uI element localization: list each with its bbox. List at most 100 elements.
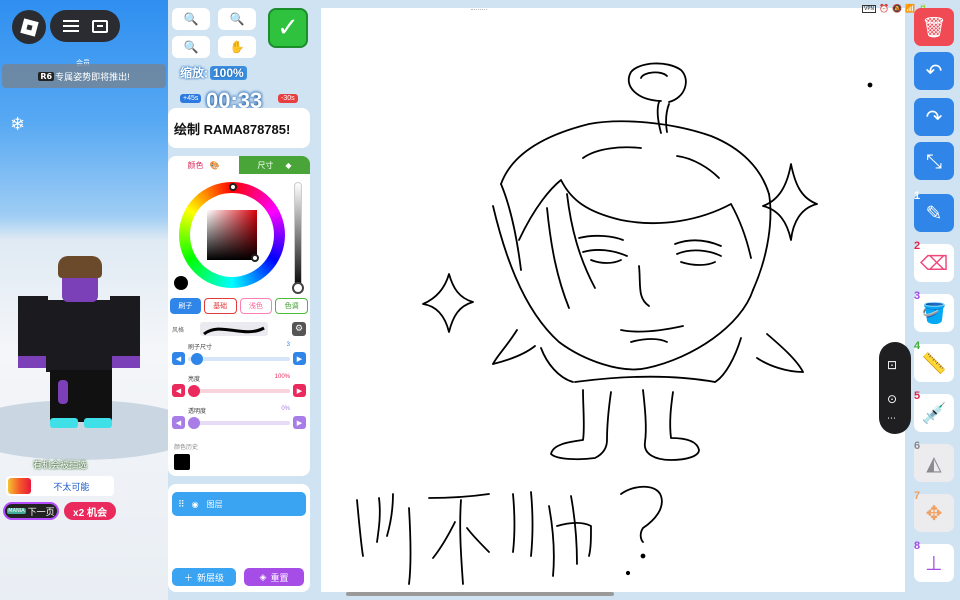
tool-fill-bucket-shortcut-number: 3 — [914, 290, 921, 302]
zoom-out-button[interactable]: 🔍 — [172, 8, 210, 30]
next-page-label: 下一页 — [27, 506, 55, 517]
opacity-knob[interactable] — [188, 417, 200, 429]
brush-stroke-preview[interactable] — [200, 322, 268, 336]
tool-mirror-shortcut-number: 6 — [914, 440, 921, 452]
saturation-value-square[interactable] — [207, 210, 257, 260]
tool-pen-shortcut-number: 1 — [914, 190, 921, 202]
pan-hand-button[interactable]: ✋ — [218, 36, 256, 58]
chip-pastel[interactable]: 浅色 — [239, 298, 273, 314]
color-history-label: 颜色历史 — [174, 445, 199, 451]
brush-size-value: 3 — [286, 342, 290, 348]
color-panel-tabs: 颜色 🎨 尺寸 ◆ — [168, 156, 310, 174]
brightness-decrease-arrow-icon[interactable]: ◀ — [172, 384, 185, 397]
zoom-fit-button[interactable]: 🔍 — [172, 36, 210, 58]
more-dots-icon[interactable]: ⋯ — [887, 414, 896, 424]
chat-icon[interactable] — [91, 19, 108, 33]
tab-size[interactable]: 尺寸 ◆ — [239, 156, 310, 174]
avatar-left-shoe — [50, 418, 78, 428]
opacity-increase-arrow-icon[interactable]: ▶ — [293, 416, 306, 429]
brightness-knob[interactable] — [188, 385, 200, 397]
avatar-left-hand — [18, 356, 48, 368]
brightness-bar[interactable] — [294, 182, 302, 290]
move-icon: ✥ — [925, 501, 943, 525]
brush-size-track[interactable] — [188, 357, 290, 361]
avatar-torso — [46, 300, 112, 372]
tab-size-label: 尺寸 — [257, 160, 274, 170]
camera-icon[interactable]: ⊙ — [887, 392, 897, 406]
undo-button[interactable]: ↶ — [914, 52, 954, 90]
next-page-button[interactable]: MANIA 下一页 — [3, 502, 59, 520]
brightness-track[interactable] — [188, 389, 290, 393]
plus-icon: ＋ — [183, 572, 193, 583]
layer-name: 图层 — [206, 499, 223, 509]
announcement-badge: R6 — [38, 71, 55, 81]
brush-settings-gear-icon[interactable]: ⚙ — [292, 322, 306, 336]
hamburger-menu-icon[interactable] — [62, 20, 79, 32]
x2-chance-button[interactable]: x2 机会 — [64, 502, 116, 520]
saturation-value-knob[interactable] — [251, 254, 259, 262]
brightness-increase-arrow-icon[interactable]: ▶ — [293, 384, 306, 397]
tab-color[interactable]: 颜色 🎨 — [168, 156, 239, 174]
reset-button[interactable]: ◈ 重置 — [244, 568, 304, 586]
opacity-decrease-arrow-icon[interactable]: ◀ — [172, 416, 185, 429]
brush-size-knob[interactable] — [190, 353, 203, 365]
chip-brush-label: 刷子 — [178, 303, 193, 310]
avatar-legs — [50, 370, 112, 422]
prompt-text: 绘制 RAMA878785! — [174, 121, 291, 137]
chance-status: 不太可能 — [53, 481, 90, 492]
hand-icon: ✋ — [229, 40, 245, 54]
screenshot-icon[interactable]: ⊡ — [887, 358, 897, 372]
screen-capture-panel: ⊡ ⊙ ⋯ — [879, 342, 911, 434]
brightness-slider[interactable]: 亮度 100% ◀ ▶ — [172, 374, 306, 400]
next-page-badge: MANIA — [7, 508, 26, 514]
brightness-value: 100% — [274, 374, 290, 380]
timer-bonus-badge: +45s — [180, 94, 202, 103]
zoom-in-button[interactable]: 🔍 — [218, 8, 256, 30]
tab-color-label: 颜色 — [187, 160, 204, 170]
eraser-small-icon: ◆ — [285, 160, 292, 170]
brightness-knob[interactable] — [292, 282, 304, 294]
zoom-label: 缩放: — [180, 66, 208, 80]
brush-size-increase-arrow-icon[interactable]: ▶ — [293, 352, 306, 365]
shrink-arrows-icon: ⤡ — [926, 149, 942, 173]
eye-icon[interactable]: ◉ — [192, 500, 199, 509]
layer-item[interactable]: ⠿ ◉ 图层 — [172, 492, 306, 516]
tool-ruler-shortcut-number: 4 — [914, 340, 921, 352]
opacity-track[interactable] — [188, 421, 290, 425]
avatar-left-arm — [18, 296, 48, 364]
chip-basic[interactable]: 基础 — [203, 298, 237, 314]
clear-canvas-button[interactable]: 🗑 — [914, 8, 954, 46]
redo-button[interactable]: ↷ — [914, 98, 954, 136]
color-history-swatch[interactable] — [174, 454, 190, 470]
palette-icon: 🎨 — [209, 160, 220, 170]
hue-wheel-knob[interactable] — [229, 183, 237, 191]
chip-tone[interactable]: 色调 — [275, 298, 308, 314]
tool-stamp-shortcut-number: 8 — [914, 540, 921, 552]
fill-bucket-icon: 🪣 — [921, 301, 947, 325]
confirm-drawing-button[interactable]: ✓ — [268, 8, 308, 48]
brush-size-decrease-arrow-icon[interactable]: ◀ — [172, 352, 185, 365]
chip-tone-label: 色调 — [284, 303, 299, 310]
drawing-strokes — [356, 62, 873, 585]
pen-icon: ✎ — [925, 201, 943, 225]
chance-meter: 不太可能 — [6, 476, 114, 496]
canvas-scrollbar[interactable] — [346, 592, 614, 596]
snowflake-icon: ❄ — [10, 114, 26, 135]
new-layer-button[interactable]: ＋ 新层级 — [172, 568, 236, 586]
brush-style-label: 风格 — [172, 328, 185, 334]
chip-brush[interactable]: 刷子 — [170, 298, 201, 314]
player-avatar — [18, 256, 140, 432]
brush-style-row: 风格 ⚙ — [172, 322, 306, 336]
collapse-button[interactable]: ⤡ — [914, 142, 954, 180]
roblox-menu-button[interactable] — [12, 10, 46, 44]
brush-size-label: 刷子尺寸 — [188, 345, 213, 351]
drawing-prompt: 绘制 RAMA878785! — [168, 108, 310, 148]
drag-handle-icon[interactable]: ⠿ — [178, 499, 185, 510]
announcement-banner: R6 专属姿势即将推出! — [2, 64, 166, 88]
layers-icon: ◈ — [259, 571, 267, 582]
reset-label: 重置 — [270, 572, 289, 583]
brush-size-slider[interactable]: 刷子尺寸 3 ◀ ▶ — [172, 342, 306, 368]
new-layer-label: 新层级 — [197, 572, 225, 583]
drawing-canvas[interactable] — [321, 8, 905, 592]
opacity-slider[interactable]: 透明度 0% ◀ ▶ — [172, 406, 306, 432]
